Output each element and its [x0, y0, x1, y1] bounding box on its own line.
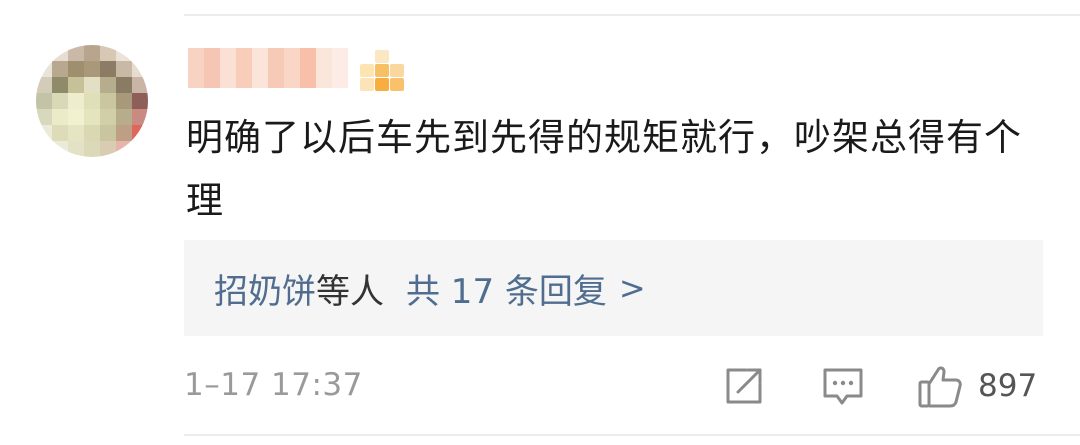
comment-icon — [823, 368, 863, 405]
reply-user-name[interactable]: 招奶饼 — [214, 264, 316, 313]
reply-others-label: 等人 — [316, 271, 384, 312]
vip-badge-icon — [360, 50, 404, 91]
replies-summary[interactable]: 招奶饼 等人 共 17 条回复 > — [184, 240, 1043, 336]
like-button[interactable]: 897 — [916, 362, 1037, 410]
comment-timestamp: 1–17 17:37 — [184, 367, 363, 403]
username[interactable] — [188, 48, 348, 88]
like-count: 897 — [978, 368, 1038, 404]
comment-text: 明确了以后车先到先得的规矩就行，吵架总得有个理 — [186, 116, 1022, 222]
chevron-right-icon: > — [618, 269, 646, 307]
comment-item: 明确了以后车先到先得的规矩就行，吵架总得有个理 招奶饼 等人 共 17 条回复 … — [0, 0, 1080, 445]
divider-bottom — [184, 434, 1080, 436]
reply-count-link[interactable]: 共 17 条回复 — [406, 264, 607, 313]
divider-top — [184, 14, 1080, 16]
thumbs-up-icon — [918, 366, 962, 408]
share-icon — [726, 368, 762, 404]
share-button[interactable] — [722, 362, 766, 410]
avatar[interactable] — [36, 45, 148, 157]
reply-button[interactable] — [820, 362, 866, 410]
